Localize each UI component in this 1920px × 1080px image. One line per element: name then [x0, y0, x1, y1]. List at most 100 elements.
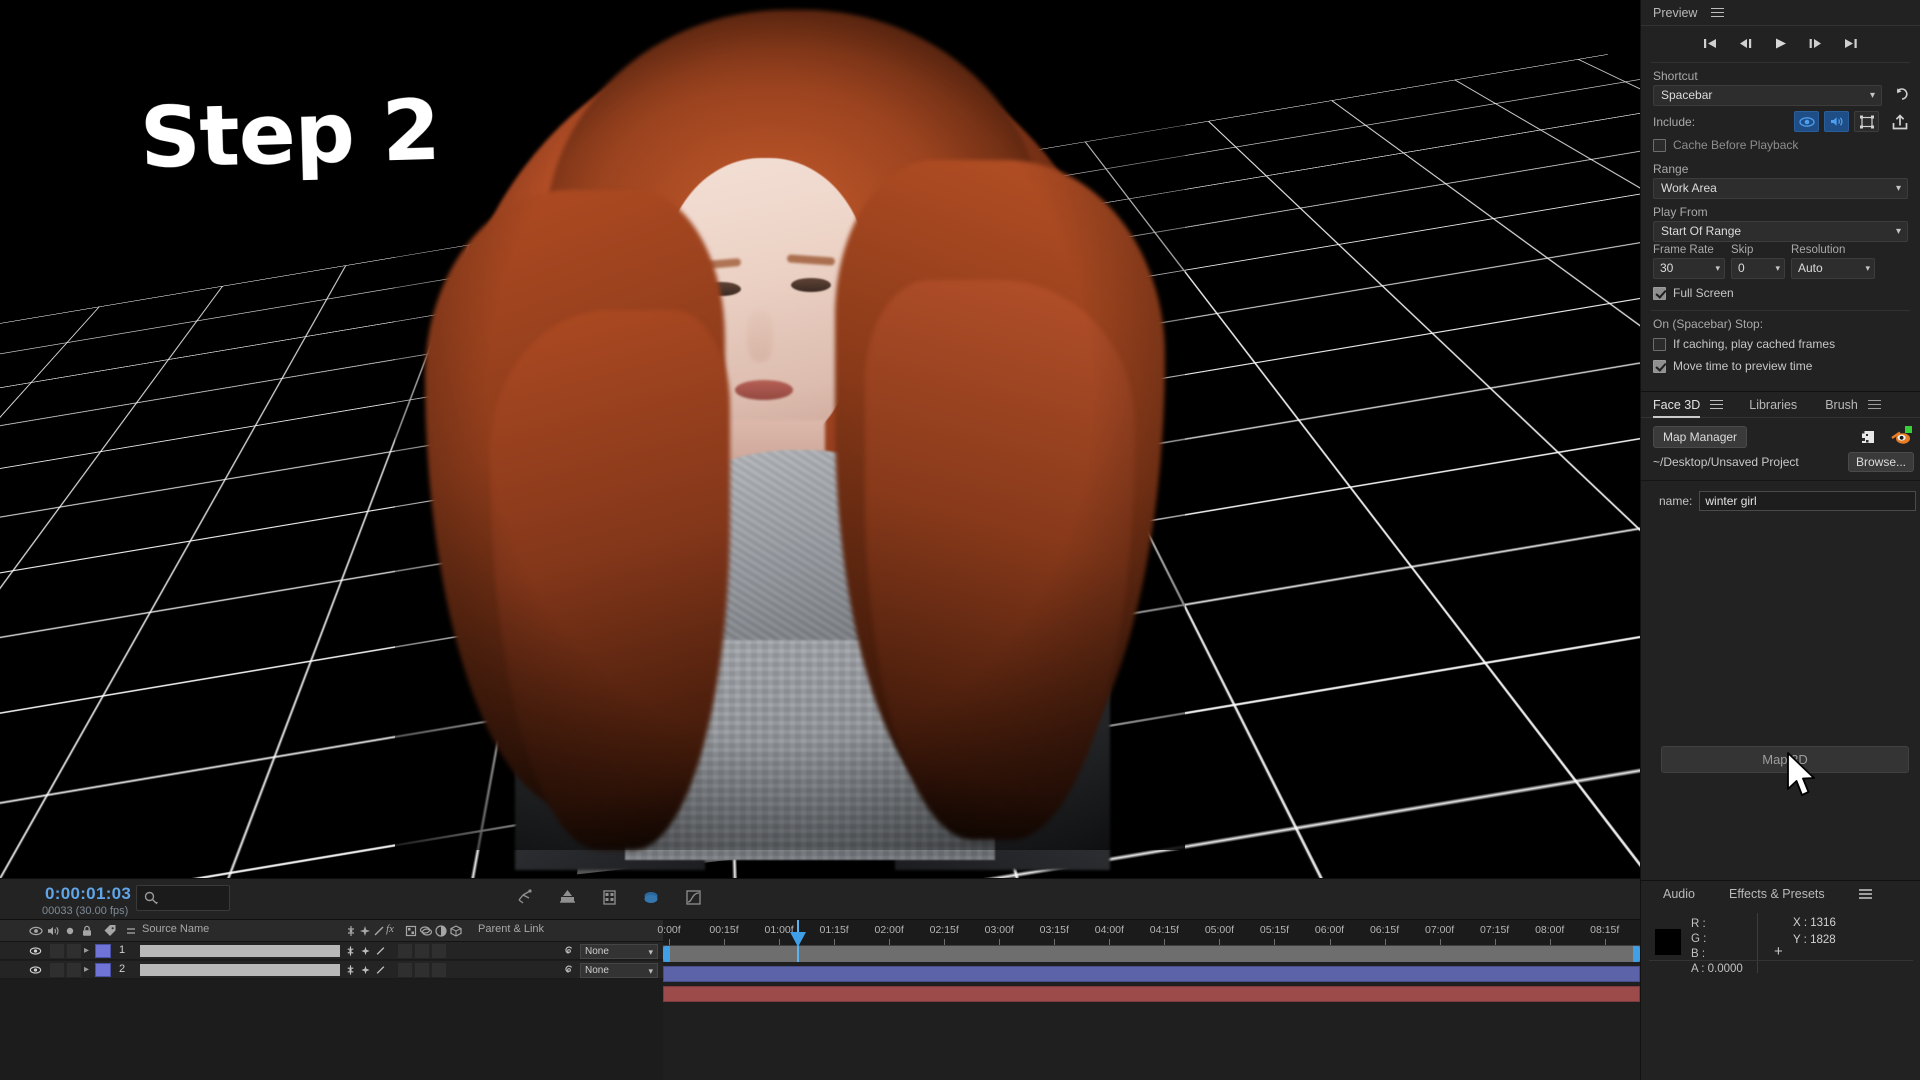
audio-toggle-cell[interactable]: [50, 944, 64, 958]
parent-pick-whip-icon[interactable]: [515, 887, 536, 908]
panel-menu-icon[interactable]: [1867, 399, 1881, 410]
layer-source-name[interactable]: [140, 945, 340, 957]
shy-icon[interactable]: [344, 944, 357, 958]
motion-blur-icon[interactable]: [419, 924, 433, 938]
source-name-header[interactable]: Source Name: [142, 923, 209, 935]
effects-fx-icon[interactable]: fx: [386, 923, 394, 935]
move-time-checkbox[interactable]: [1653, 359, 1666, 373]
timeline-graph-area[interactable]: 0:00f 00:15f 01:00f 01:15f 02:00f 02:15f 03:00…: [657, 920, 1640, 1080]
work-area-start-handle[interactable]: [663, 946, 670, 962]
include-audio-speaker-icon[interactable]: [1824, 111, 1849, 132]
work-area-end-handle[interactable]: [1633, 946, 1640, 962]
include-video-eye-icon[interactable]: [1794, 111, 1819, 132]
export-icon[interactable]: [1890, 112, 1910, 132]
motion-blur-cell[interactable]: [432, 963, 446, 977]
table-row[interactable]: ▸ 2 None ▾: [0, 961, 663, 979]
collapse-transform-icon[interactable]: [358, 924, 372, 938]
screenshot-icon[interactable]: [1858, 427, 1878, 447]
lock-icon[interactable]: [80, 924, 94, 938]
shy-icon[interactable]: [344, 924, 358, 938]
expand-arrow-icon[interactable]: ▸: [84, 945, 89, 956]
map-manager-button[interactable]: Map Manager: [1653, 426, 1748, 448]
layer-number-icon[interactable]: [124, 924, 138, 938]
panel-menu-icon[interactable]: [1710, 399, 1724, 410]
if-caching-row[interactable]: If caching, play cached frames: [1641, 333, 1920, 355]
3d-layer-icon[interactable]: [449, 924, 463, 938]
shy-icon[interactable]: [344, 963, 357, 977]
tab-brush[interactable]: Brush: [1825, 398, 1858, 412]
work-area-bar[interactable]: [663, 946, 1640, 962]
skip-select[interactable]: 0 ▾: [1731, 258, 1785, 279]
resolution-select[interactable]: Auto ▾: [1791, 258, 1875, 279]
shy-layers-icon[interactable]: [641, 887, 662, 908]
parent-pick-whip-icon[interactable]: [563, 964, 575, 976]
layer-clip-bar[interactable]: [663, 986, 1640, 1002]
frame-blend-icon[interactable]: [599, 887, 620, 908]
panel-menu-icon[interactable]: [1711, 7, 1725, 18]
graph-editor-icon[interactable]: [683, 887, 704, 908]
label-tag-icon[interactable]: [103, 924, 117, 938]
expand-arrow-icon[interactable]: ▸: [84, 964, 89, 975]
if-caching-checkbox[interactable]: [1653, 337, 1666, 351]
audio-speaker-icon[interactable]: [46, 924, 60, 938]
collapse-transform-icon[interactable]: [359, 944, 372, 958]
quality-icon[interactable]: [374, 944, 387, 958]
label-color-swatch[interactable]: [95, 963, 111, 977]
quality-icon[interactable]: [372, 924, 386, 938]
fx-cell[interactable]: [398, 963, 412, 977]
frame-blend-icon[interactable]: [404, 924, 418, 938]
cache-before-playback-checkbox[interactable]: [1653, 138, 1666, 152]
play-from-select[interactable]: Start Of Range ▾: [1653, 221, 1908, 242]
last-frame-icon[interactable]: [1842, 36, 1859, 51]
solo-icon[interactable]: [63, 924, 77, 938]
tab-audio[interactable]: Audio: [1663, 887, 1695, 901]
full-screen-checkbox[interactable]: [1653, 286, 1666, 300]
composition-viewport[interactable]: Step 2: [0, 0, 1640, 878]
frame-blend-cell[interactable]: [415, 944, 429, 958]
timeline-ruler[interactable]: 0:00f 00:15f 01:00f 01:15f 02:00f 02:15f 03:00…: [657, 920, 1640, 946]
cache-before-playback-row[interactable]: Cache Before Playback: [1641, 134, 1920, 156]
solo-toggle-cell[interactable]: [67, 944, 81, 958]
browse-button[interactable]: Browse...: [1847, 452, 1914, 472]
frame-rate-select[interactable]: 30 ▾: [1653, 258, 1725, 279]
blender-icon[interactable]: [1890, 426, 1912, 447]
layer-clip-bar[interactable]: [663, 966, 1640, 982]
tab-effects-presets[interactable]: Effects & Presets: [1729, 887, 1825, 901]
tab-preview[interactable]: Preview: [1653, 6, 1697, 20]
video-eye-icon[interactable]: [29, 945, 42, 957]
video-eye-icon[interactable]: [29, 964, 42, 976]
parent-pick-whip-icon[interactable]: [563, 945, 575, 957]
adjustment-layer-icon[interactable]: [434, 924, 448, 938]
quality-icon[interactable]: [374, 963, 387, 977]
fx-cell[interactable]: [398, 944, 412, 958]
collapse-transform-icon[interactable]: [359, 963, 372, 977]
search-input[interactable]: [136, 885, 230, 911]
name-input[interactable]: winter girl: [1699, 491, 1916, 511]
tab-libraries[interactable]: Libraries: [1749, 398, 1797, 412]
reset-arrow-icon[interactable]: [1888, 86, 1908, 106]
solo-toggle-cell[interactable]: [67, 963, 81, 977]
table-row[interactable]: ▸ 1 None ▾: [0, 942, 663, 960]
motion-blur-icon[interactable]: [557, 887, 578, 908]
motion-blur-cell[interactable]: [432, 944, 446, 958]
frame-blend-cell[interactable]: [415, 963, 429, 977]
label-color-swatch[interactable]: [95, 944, 111, 958]
first-frame-icon[interactable]: [1702, 36, 1719, 51]
shortcut-select[interactable]: Spacebar ▾: [1653, 85, 1882, 106]
include-layer-controls-icon[interactable]: [1854, 111, 1879, 132]
previous-frame-icon[interactable]: [1737, 36, 1754, 51]
parent-select[interactable]: None ▾: [580, 963, 658, 978]
move-time-row[interactable]: Move time to preview time: [1641, 355, 1920, 377]
audio-toggle-cell[interactable]: [50, 963, 64, 977]
panel-menu-icon[interactable]: [1858, 889, 1872, 899]
full-screen-row[interactable]: Full Screen: [1641, 279, 1920, 304]
next-frame-icon[interactable]: [1807, 36, 1824, 51]
layer-source-name[interactable]: [140, 964, 340, 976]
map-3d-button[interactable]: Map 3D: [1661, 746, 1909, 773]
video-eye-icon[interactable]: [29, 924, 43, 938]
current-timecode[interactable]: 0:00:01:03: [45, 884, 131, 904]
range-select[interactable]: Work Area ▾: [1653, 178, 1908, 199]
parent-select[interactable]: None ▾: [580, 944, 658, 959]
parent-link-header[interactable]: Parent & Link: [478, 923, 544, 935]
play-icon[interactable]: [1772, 36, 1789, 51]
